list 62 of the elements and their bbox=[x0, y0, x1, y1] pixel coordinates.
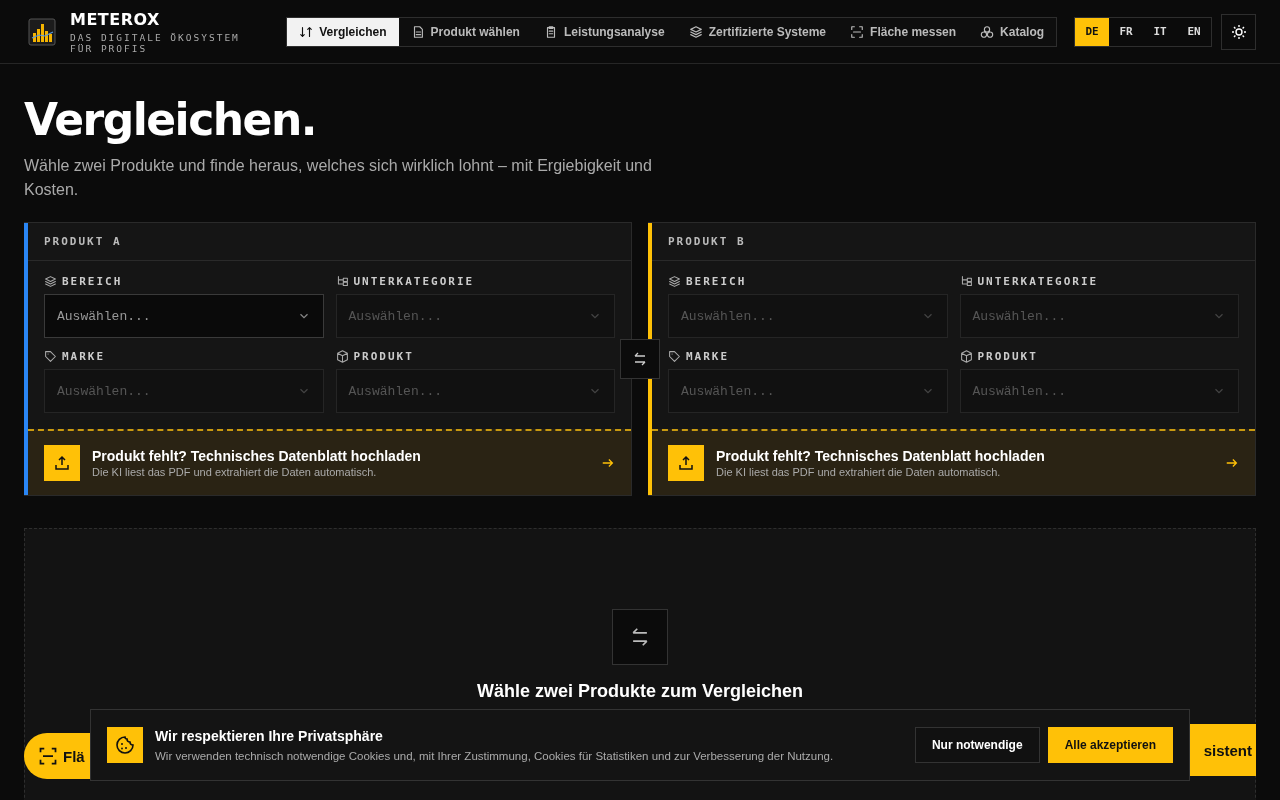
compare-arrows-icon bbox=[299, 24, 314, 39]
empty-state-title: Wähle zwei Produkte zum Vergleichen bbox=[476, 681, 804, 702]
cube-icon bbox=[959, 350, 973, 363]
field-label: MARKE bbox=[62, 350, 106, 363]
field-label: MARKE bbox=[686, 350, 730, 363]
swap-button[interactable] bbox=[620, 339, 660, 379]
layers-icon bbox=[688, 24, 703, 39]
field-label: BEREICH bbox=[686, 275, 747, 288]
upload-banner[interactable]: Produkt fehlt? Technisches Datenblatt hochladen Die KI liest das PDF und extrahiert die Daten automatisch. bbox=[652, 429, 1255, 495]
layers-icon bbox=[668, 275, 681, 288]
card-title: PRODUKT B bbox=[668, 235, 746, 248]
layers-icon bbox=[44, 275, 57, 288]
field-label: PRODUKT bbox=[977, 350, 1038, 363]
nav-tab[interactable]: Vergleichen bbox=[287, 17, 399, 46]
field-label: UNTERKATEGORIE bbox=[353, 275, 475, 288]
cookie-description: Wir verwenden technisch notwendige Cookies und, mit Ihrer Zustimmung, Cookies für Statistiken und zur Verbesserung der Nutzung. bbox=[155, 750, 835, 762]
arrow-right-icon bbox=[601, 456, 615, 470]
cookie-title: Wir respektieren Ihre Privatsphäre bbox=[155, 728, 384, 744]
field-label: PRODUKT bbox=[353, 350, 414, 363]
nav-tab[interactable]: Katalog bbox=[968, 17, 1057, 46]
hierarchy-icon bbox=[335, 275, 349, 288]
language-button[interactable]: FR bbox=[1109, 17, 1144, 46]
brand-name: METEROX bbox=[70, 9, 161, 29]
circles-icon bbox=[980, 24, 995, 39]
frame-scan-icon bbox=[38, 746, 58, 766]
field-label: BEREICH bbox=[62, 275, 123, 288]
upload-description: Die KI liest das PDF und extrahiert die Daten automatisch. bbox=[92, 466, 378, 478]
tag-icon bbox=[668, 350, 681, 363]
upload-title: Produkt fehlt? Technisches Datenblatt hochladen bbox=[92, 448, 422, 464]
sun-icon bbox=[1230, 23, 1247, 40]
frame-scan-icon bbox=[850, 24, 865, 39]
hierarchy-icon bbox=[959, 275, 973, 288]
swap-icon bbox=[632, 351, 648, 367]
upload-title: Produkt fehlt? Technisches Datenblatt hochladen bbox=[716, 448, 1046, 464]
nav-tab[interactable]: Produkt wählen bbox=[398, 17, 532, 46]
nav-tab[interactable]: Zertifizierte Systeme bbox=[676, 17, 839, 46]
field-label: UNTERKATEGORIE bbox=[977, 275, 1099, 288]
logo-icon bbox=[28, 17, 56, 46]
necessary-only-button[interactable]: Nur notwendige bbox=[914, 727, 1040, 763]
nav-tab[interactable]: Leistungsanalyse bbox=[531, 17, 677, 46]
assistant-button[interactable]: sistent bbox=[1190, 724, 1256, 776]
tag-icon bbox=[44, 350, 57, 363]
language-button[interactable]: DE bbox=[1075, 17, 1110, 46]
select-field[interactable]: Auswählen... bbox=[44, 294, 324, 338]
upload-description: Die KI liest das PDF und extrahiert die Daten automatisch. bbox=[716, 466, 1002, 478]
theme-toggle-button[interactable] bbox=[1221, 13, 1256, 50]
arrow-right-icon bbox=[1225, 456, 1239, 470]
language-button[interactable]: EN bbox=[1177, 17, 1212, 46]
brand-tagline: DAS DIGITALE ÖKOSYSTEM FÜR PROFIS bbox=[70, 31, 241, 54]
accept-button[interactable]: Alle akzeptieren bbox=[1047, 727, 1173, 763]
measure-area-button[interactable]: Flä bbox=[24, 733, 90, 779]
upload-icon bbox=[668, 445, 704, 481]
cube-icon bbox=[335, 350, 349, 363]
language-button[interactable]: IT bbox=[1143, 17, 1178, 46]
cookie-icon bbox=[107, 727, 143, 763]
upload-banner[interactable]: Produkt fehlt? Technisches Datenblatt hochladen Die KI liest das PDF und extrahiert die Daten automatisch. bbox=[28, 429, 631, 495]
page-title: Vergleichen. bbox=[24, 93, 317, 147]
page-subtitle: Wähle zwei Produkte und finde heraus, welches sich wirklich lohnt – mit Ergiebigkeit und Kosten. bbox=[24, 156, 653, 200]
swap-icon bbox=[612, 609, 668, 665]
nav-tab[interactable]: Fläche messen bbox=[838, 17, 969, 46]
card-title: PRODUKT A bbox=[44, 235, 122, 248]
upload-icon bbox=[44, 445, 80, 481]
